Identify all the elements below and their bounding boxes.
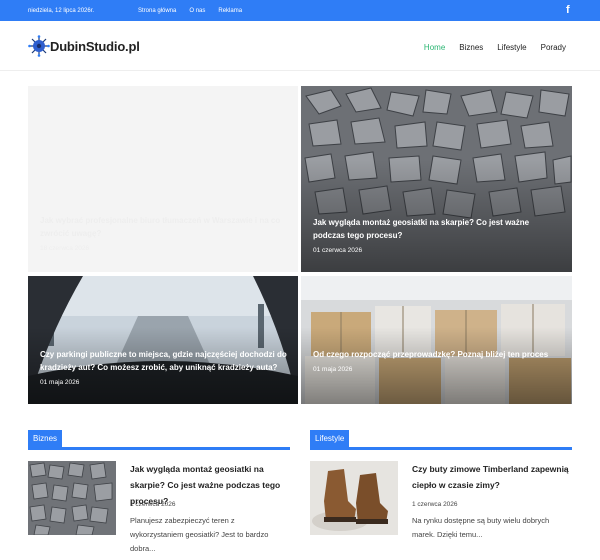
section-header-biznes: Biznes: [28, 430, 290, 450]
nav-home[interactable]: Home: [424, 43, 445, 52]
featured-date: 01 maja 2026: [313, 366, 353, 373]
post-date: 1 czerwca 2026: [130, 501, 176, 508]
nav-biznes[interactable]: Biznes: [459, 43, 483, 52]
featured-title[interactable]: Jak wybrać profesjonalne biuro tłumaczeń…: [40, 214, 288, 240]
site-header: DubinStudio.pl Home Biznes Lifestyle Por…: [0, 21, 600, 71]
post-thumbnail[interactable]: [310, 461, 398, 535]
post-thumbnail[interactable]: [28, 461, 116, 535]
top-nav: Strona główna O nas Reklama: [138, 8, 242, 14]
top-link-home[interactable]: Strona główna: [138, 8, 176, 14]
nav-lifestyle[interactable]: Lifestyle: [497, 43, 526, 52]
site-logo[interactable]: DubinStudio.pl: [28, 34, 140, 58]
section-header-lifestyle: Lifestyle: [310, 430, 572, 450]
post-date: 1 czerwca 2026: [412, 501, 458, 508]
top-link-ads[interactable]: Reklama: [218, 8, 242, 14]
facebook-icon[interactable]: f: [566, 4, 575, 16]
featured-date: 18 czerwca 2026: [40, 245, 90, 252]
featured-caption: Czy parkingi publiczne to miejsca, gdzie…: [40, 348, 288, 386]
featured-post-3[interactable]: Czy parkingi publiczne to miejsca, gdzie…: [28, 276, 298, 404]
top-link-about[interactable]: O nas: [189, 8, 205, 14]
featured-caption: Jak wygląda montaż geosiatki na skarpie?…: [313, 216, 562, 254]
nav-porady[interactable]: Porady: [541, 43, 566, 52]
featured-post-2[interactable]: Jak wygląda montaż geosiatki na skarpie?…: [301, 86, 572, 272]
featured-date: 01 maja 2026: [40, 379, 80, 386]
featured-post-4[interactable]: Od czego rozpocząć przeprowadzkę? Poznaj…: [301, 276, 572, 404]
post-excerpt: Planujesz zabezpieczyć teren z wykorzyst…: [130, 516, 269, 553]
winter-boots-image: [310, 461, 398, 535]
post-title[interactable]: Czy buty zimowe Timberland zapewnią ciep…: [412, 461, 572, 493]
featured-caption: Od czego rozpocząć przeprowadzkę? Poznaj…: [313, 348, 562, 373]
main-nav: Home Biznes Lifestyle Porady: [424, 43, 566, 52]
logo-mark-icon: [28, 35, 50, 57]
section-label[interactable]: Biznes: [28, 430, 63, 447]
featured-date: 01 czerwca 2026: [313, 247, 363, 254]
post-excerpt: Na rynku dostępne są buty wielu dobrych …: [412, 516, 550, 539]
post-card: Jak wygląda montaż geosiatki na skarpie?…: [28, 461, 293, 553]
featured-title[interactable]: Jak wygląda montaż geosiatki na skarpie?…: [313, 216, 562, 242]
featured-title[interactable]: Od czego rozpocząć przeprowadzkę? Poznaj…: [313, 348, 562, 361]
gravel-image: [28, 461, 116, 535]
post-card: Czy buty zimowe Timberland zapewnią ciep…: [310, 461, 575, 541]
top-bar: niedziela, 12 lipca 2026r. Strona główna…: [0, 0, 600, 21]
logo-text: DubinStudio.pl: [50, 38, 140, 54]
featured-caption: Jak wybrać profesjonalne biuro tłumaczeń…: [40, 214, 288, 252]
current-date: niedziela, 12 lipca 2026r.: [28, 8, 95, 14]
featured-title[interactable]: Czy parkingi publiczne to miejsca, gdzie…: [40, 348, 288, 374]
section-label[interactable]: Lifestyle: [310, 430, 350, 447]
featured-post-1[interactable]: Jak wybrać profesjonalne biuro tłumaczeń…: [28, 86, 298, 272]
